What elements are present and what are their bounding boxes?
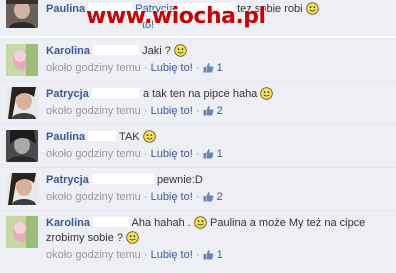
like-link[interactable]: Lubię to! — [151, 105, 193, 117]
comment-text: TAK — [119, 131, 140, 143]
avatar[interactable] — [6, 44, 38, 76]
comment-item: Paulina TAK około godziny temu · Lubię t… — [0, 124, 396, 167]
comment-text-continued: Paulina a może My też na cipce — [210, 217, 366, 229]
watermark: www.wiocha.pl — [86, 4, 266, 29]
comment-time[interactable]: około godziny temu — [46, 191, 141, 203]
comment-author[interactable]: Patrycja — [46, 174, 89, 186]
smiley-icon — [260, 87, 273, 100]
redacted-block — [93, 217, 130, 227]
comment-item: Karolina Jaki ? około godziny temu · Lub… — [0, 38, 396, 81]
thumbs-up-icon[interactable] — [203, 148, 214, 159]
thumbs-up-icon[interactable] — [203, 249, 214, 260]
comment-author[interactable]: Paulina — [46, 131, 85, 143]
comment-item: Karolina Aha hahah . Paulina a może My t… — [0, 210, 396, 273]
comment-text-line2: zrobimy sobie ? — [46, 232, 124, 244]
like-link[interactable]: Lubię to! — [151, 191, 193, 203]
comment-text: Jaki ? — [142, 45, 171, 57]
thumbs-up-icon[interactable] — [203, 191, 214, 202]
smiley-icon — [143, 130, 156, 143]
like-link[interactable]: Lubię to! — [151, 148, 193, 160]
smiley-icon — [306, 2, 319, 15]
like-count[interactable]: 2 — [217, 191, 223, 203]
like-count[interactable]: 2 — [217, 105, 223, 117]
avatar[interactable] — [6, 216, 38, 248]
comment-text: Aha hahah . — [131, 217, 191, 229]
avatar[interactable] — [6, 130, 38, 162]
comment-item: Patrycja pewnie:D około godziny temu · L… — [0, 167, 396, 210]
like-link[interactable]: Lubię to! — [151, 62, 193, 74]
comment-text: a tak ten na pipce haha — [142, 88, 258, 100]
comment-item: Patrycja a tak ten na pipce haha około g… — [0, 81, 396, 124]
comment-author[interactable]: Karolina — [46, 45, 90, 57]
avatar[interactable] — [6, 87, 38, 119]
avatar[interactable] — [6, 0, 38, 28]
like-link[interactable]: Lubię to! — [151, 249, 193, 261]
comment-time[interactable]: około godziny temu — [46, 105, 141, 117]
thumbs-up-icon[interactable] — [203, 62, 214, 73]
comment-author[interactable]: Patrycja — [46, 88, 89, 100]
smiley-icon — [194, 216, 207, 229]
comment-author[interactable]: Paulina — [46, 3, 85, 15]
comment-time[interactable]: około godziny temu — [46, 148, 141, 160]
redacted-block — [88, 131, 117, 141]
comment-time[interactable]: około godziny temu — [46, 62, 141, 74]
redacted-block — [91, 88, 140, 98]
comment-text: pewnie:D — [156, 174, 203, 186]
avatar[interactable] — [6, 173, 38, 205]
like-count[interactable]: 1 — [217, 249, 223, 261]
like-count[interactable]: 1 — [217, 148, 223, 160]
smiley-icon — [174, 44, 187, 57]
like-count[interactable]: 1 — [217, 62, 223, 74]
comment-time[interactable]: około godziny temu — [46, 249, 141, 261]
smiley-icon — [126, 231, 139, 244]
thumbs-up-icon[interactable] — [203, 105, 214, 116]
comment-author[interactable]: Karolina — [46, 217, 90, 229]
redacted-block — [93, 45, 140, 55]
redacted-block — [91, 174, 154, 184]
